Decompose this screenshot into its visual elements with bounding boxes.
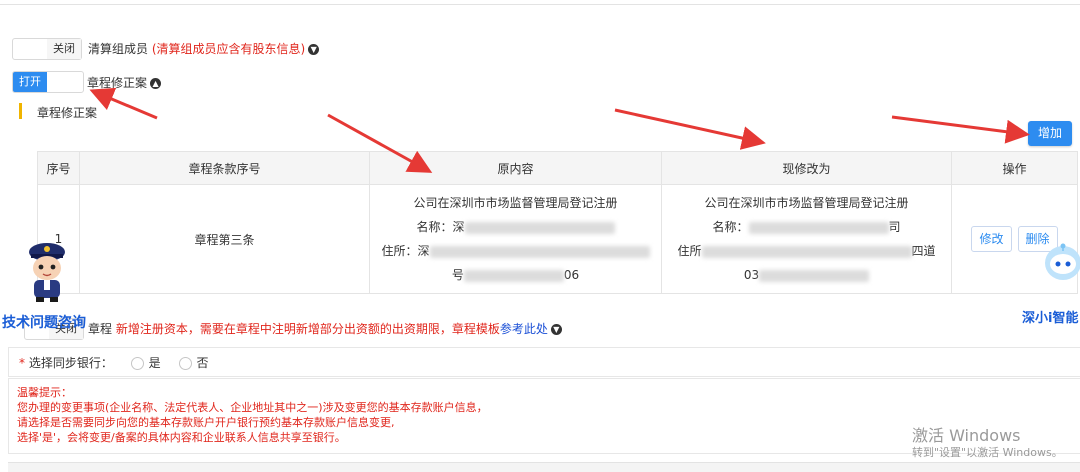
redacted-text xyxy=(463,269,564,282)
liquidation-note: (清算组成员应含有股东信息) xyxy=(151,42,306,56)
cell-original: 公司在深圳市市场监督管理局登记注册 名称：深 住所：深 号 06 xyxy=(369,184,662,294)
amendment-title: 章程修正案 xyxy=(87,76,148,90)
arrow-to-toggle xyxy=(89,87,158,120)
table-row: 1 章程第三条 公司在深圳市市场监督管理局登记注册 名称：深 住所：深 号 06 … xyxy=(37,184,1078,294)
original-line2: 名称：深 xyxy=(370,215,661,239)
police-mascot-icon[interactable] xyxy=(24,240,70,302)
liquidation-title: 清算组成员 xyxy=(88,42,149,56)
charter-row: 章程 新增注册资本，需要在章程中注明新增部分出资额的出资期限，章程模板参考此处 ▼ xyxy=(88,321,562,337)
notice-line1: 您办理的变更事项(企业名称、法定代表人、企业地址其中之一)涉及变更您的基本存款账… xyxy=(17,401,488,414)
windows-watermark-subtitle: 转到"设置"以激活 Windows。 xyxy=(912,446,1063,459)
section-title: 章程修正案 xyxy=(37,106,98,120)
original-line3: 住所：深 xyxy=(370,239,661,263)
notice-title: 温馨提示： xyxy=(17,386,72,399)
amendment-row: 章程修正案 ▲ xyxy=(87,75,162,91)
windows-watermark-title: 激活 Windows xyxy=(912,426,1021,445)
header-index: 序号 xyxy=(37,151,80,185)
sync-bank-row: * 选择同步银行： 是 否 xyxy=(8,347,1080,377)
redacted-text xyxy=(748,221,889,234)
liquidation-toggle-label: 关闭 xyxy=(47,39,81,59)
liquidation-row: 清算组成员 (清算组成员应含有股东信息) ▼ xyxy=(88,41,320,57)
edit-button[interactable]: 修改 xyxy=(971,226,1012,252)
cell-clause: 章程第三条 xyxy=(79,184,370,294)
chevron-down-icon[interactable]: ▼ xyxy=(550,324,562,335)
top-divider xyxy=(0,0,1080,5)
ai-assistant-icon[interactable] xyxy=(1043,242,1080,284)
required-mark: * xyxy=(19,356,25,370)
amendment-table: 序号 章程条款序号 原内容 现修改为 操作 1 章程第三条 公司在深圳市市场监督… xyxy=(37,151,1078,294)
arrow-to-add xyxy=(891,115,1030,144)
template-link[interactable]: 参考此处 xyxy=(500,322,548,336)
amendment-toggle-label: 打开 xyxy=(13,72,47,92)
charter-note: 新增注册资本，需要在章程中注明新增部分出资额的出资期限，章程模板 xyxy=(115,322,500,336)
sync-bank-label: 选择同步银行： xyxy=(28,356,113,370)
chevron-up-icon[interactable]: ▲ xyxy=(150,78,162,89)
header-modified: 现修改为 xyxy=(661,151,952,185)
table-header-row: 序号 章程条款序号 原内容 现修改为 操作 xyxy=(37,151,1078,185)
radio-no[interactable] xyxy=(178,357,192,370)
amendment-toggle[interactable]: 打开 xyxy=(12,71,84,93)
cell-modified: 公司在深圳市市场监督管理局登记注册 名称：司 住所 四道 03 xyxy=(661,184,952,294)
radio-no-label: 否 xyxy=(196,356,209,370)
header-original: 原内容 xyxy=(369,151,662,185)
modified-line3: 住所 四道 xyxy=(677,244,936,258)
liquidation-toggle[interactable]: 关闭 xyxy=(12,38,82,60)
modified-line2: 名称：司 xyxy=(712,220,901,234)
arrow-to-modified xyxy=(614,108,766,150)
tech-support-label[interactable]: 技术问题咨询 xyxy=(2,312,86,332)
radio-yes[interactable] xyxy=(130,357,144,370)
chevron-down-icon[interactable]: ▼ xyxy=(308,44,320,55)
sync-bank-field: * 选择同步银行： 是 否 xyxy=(19,355,209,371)
radio-yes-label: 是 xyxy=(148,356,161,370)
original-line1: 公司在深圳市市场监督管理局登记注册 xyxy=(413,196,618,210)
original-line4: 号 06 xyxy=(451,268,580,282)
modified-line1: 公司在深圳市市场监督管理局登记注册 xyxy=(704,196,909,210)
modified-line4: 03 xyxy=(662,263,951,287)
charter-title: 章程 xyxy=(88,322,113,336)
redacted-text xyxy=(429,245,650,258)
header-clause: 章程条款序号 xyxy=(79,151,370,185)
add-button[interactable]: 增加 xyxy=(1028,121,1072,146)
redacted-text xyxy=(464,221,615,234)
ai-assistant-label[interactable]: 深小i智能 xyxy=(1022,307,1078,326)
redacted-text xyxy=(759,269,870,282)
section-marker xyxy=(19,103,22,119)
redacted-text xyxy=(701,245,912,258)
header-actions: 操作 xyxy=(951,151,1078,185)
